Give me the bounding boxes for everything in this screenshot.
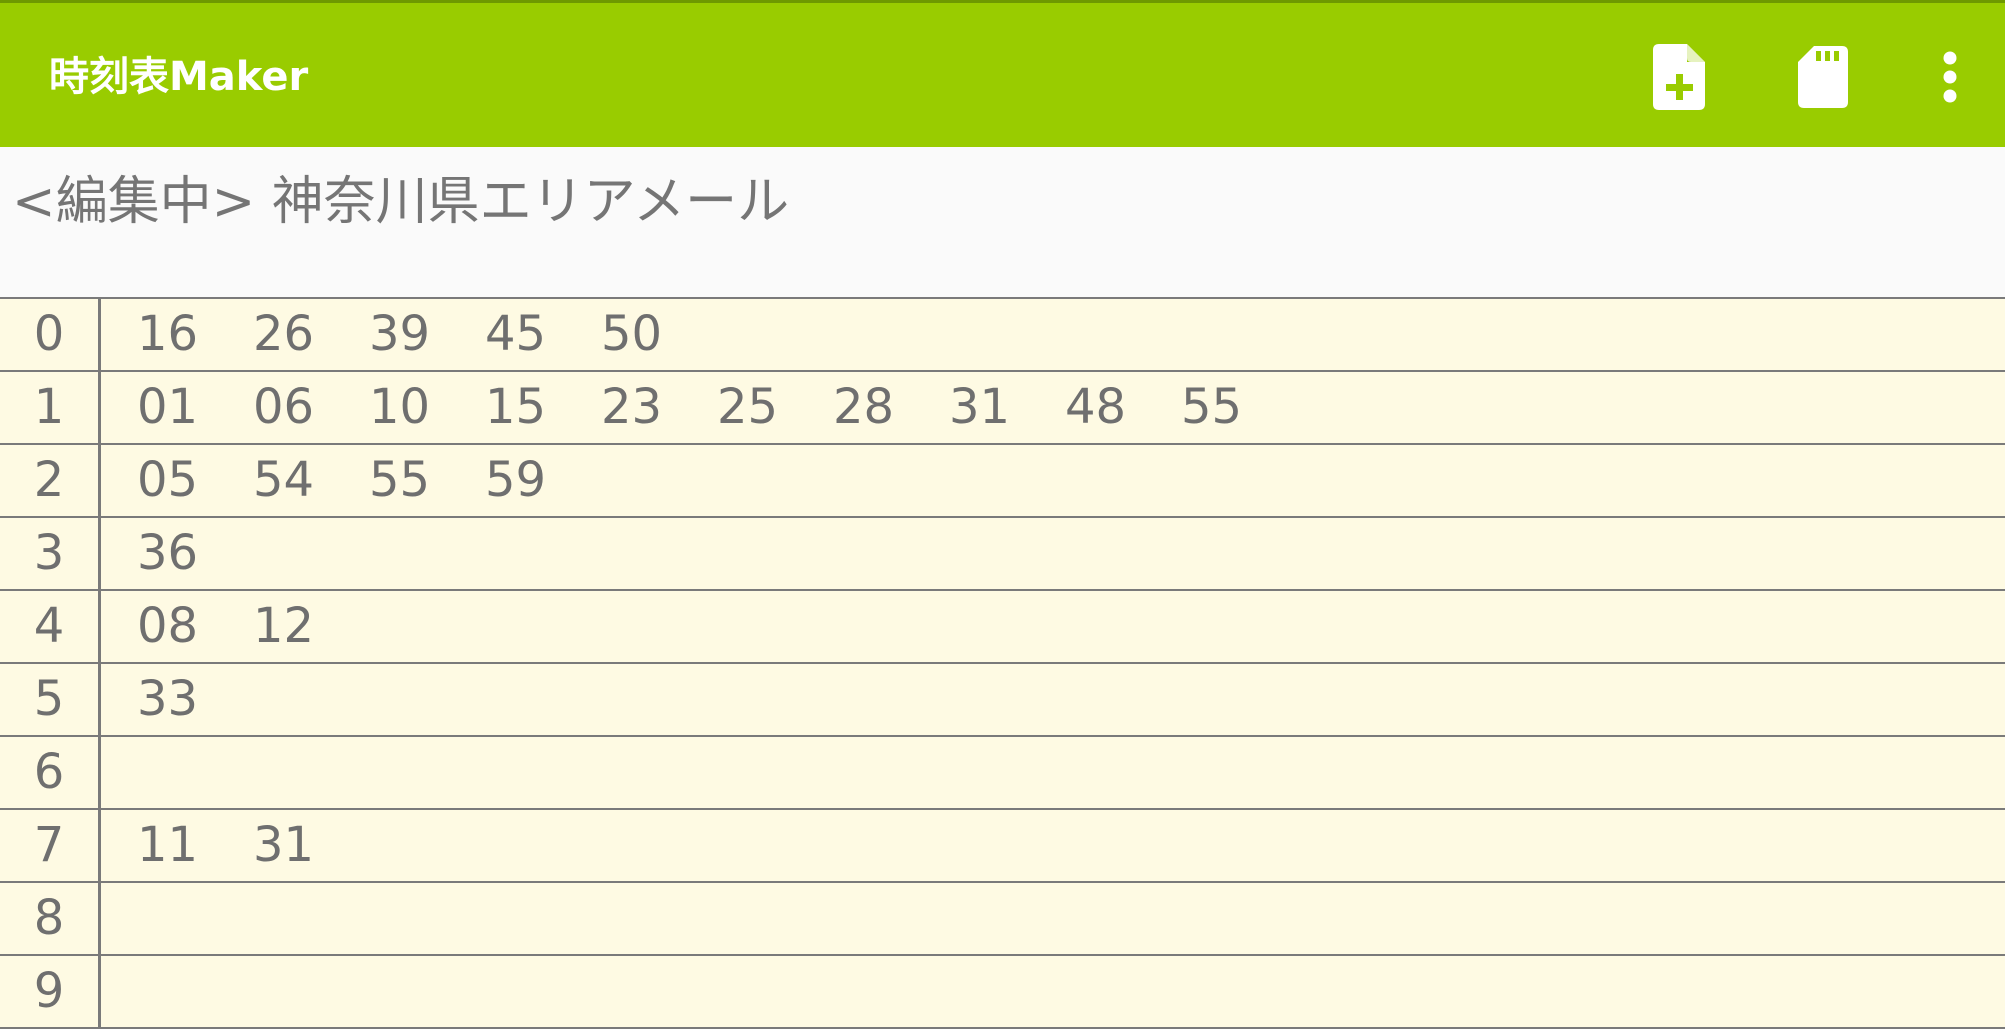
- minute-value: 39: [369, 306, 431, 362]
- minute-value: 33: [137, 671, 199, 727]
- minute-value: 25: [717, 379, 779, 435]
- minute-value: 48: [1065, 379, 1127, 435]
- minutes-cell[interactable]: 16 26 39 45 50: [101, 299, 717, 370]
- minute-value: 16: [137, 306, 199, 362]
- hour-cell: 7: [0, 810, 101, 881]
- timetable-row[interactable]: 1 01 06 10 15 23 25 28 31 48 55: [0, 372, 2005, 445]
- hour-cell: 3: [0, 518, 101, 589]
- timetable-row[interactable]: 4 08 12: [0, 591, 2005, 664]
- timetable-row[interactable]: 2 05 54 55 59: [0, 445, 2005, 518]
- minute-value: 28: [833, 379, 895, 435]
- timetable-row[interactable]: 0 16 26 39 45 50: [0, 299, 2005, 372]
- minute-value: 05: [137, 452, 199, 508]
- hour-cell: 8: [0, 883, 101, 954]
- minute-value: 23: [601, 379, 663, 435]
- hour-cell: 2: [0, 445, 101, 516]
- app-title: 時刻表Maker: [49, 54, 309, 100]
- new-file-plus-icon: [1653, 44, 1705, 110]
- editing-header: <編集中> 神奈川県エリアメール: [0, 147, 2005, 297]
- minute-value: 54: [253, 452, 315, 508]
- minute-value: 11: [137, 817, 199, 873]
- minutes-cell[interactable]: 33: [101, 664, 253, 735]
- minute-value: 26: [253, 306, 315, 362]
- minute-value: 59: [485, 452, 547, 508]
- minute-value: 31: [949, 379, 1011, 435]
- minute-value: 50: [601, 306, 663, 362]
- timetable: 0 16 26 39 45 50 1 01 06 10 15 23 25 28 31 48 55 2 05 54 55 5…: [0, 297, 2005, 1029]
- minutes-cell[interactable]: 11 31: [101, 810, 369, 881]
- minute-value: 36: [137, 525, 199, 581]
- minute-value: 55: [369, 452, 431, 508]
- minute-value: 10: [369, 379, 431, 435]
- timetable-row[interactable]: 7 11 31: [0, 810, 2005, 883]
- timetable-row[interactable]: 3 36: [0, 518, 2005, 591]
- minutes-cell[interactable]: 05 54 55 59: [101, 445, 601, 516]
- hour-cell: 1: [0, 372, 101, 443]
- overflow-menu-button[interactable]: [1912, 39, 1988, 115]
- minutes-cell[interactable]: 08 12: [101, 591, 369, 662]
- hour-cell: 0: [0, 299, 101, 370]
- minute-value: 08: [137, 598, 199, 654]
- editing-title: <編集中> 神奈川県エリアメール: [12, 172, 790, 232]
- minute-value: 45: [485, 306, 547, 362]
- timetable-row[interactable]: 6: [0, 737, 2005, 810]
- timetable-row[interactable]: 5 33: [0, 664, 2005, 737]
- new-file-button[interactable]: [1641, 39, 1717, 115]
- more-vert-icon: [1943, 51, 1957, 103]
- sd-card-button[interactable]: [1785, 39, 1861, 115]
- minute-value: 55: [1181, 379, 1243, 435]
- minute-value: 12: [253, 598, 315, 654]
- minutes-cell[interactable]: [101, 737, 137, 808]
- minute-value: 01: [137, 379, 199, 435]
- minutes-cell[interactable]: [101, 956, 137, 1027]
- timetable-row[interactable]: 8: [0, 883, 2005, 956]
- timetable-row[interactable]: 9: [0, 956, 2005, 1029]
- minute-value: 15: [485, 379, 547, 435]
- sd-card-icon: [1798, 46, 1848, 108]
- hour-cell: 5: [0, 664, 101, 735]
- minutes-cell[interactable]: [101, 883, 137, 954]
- app-bar: 時刻表Maker: [0, 3, 2005, 147]
- hour-cell: 4: [0, 591, 101, 662]
- minute-value: 06: [253, 379, 315, 435]
- minutes-cell[interactable]: 36: [101, 518, 253, 589]
- minute-value: 31: [253, 817, 315, 873]
- minutes-cell[interactable]: 01 06 10 15 23 25 28 31 48 55: [101, 372, 1297, 443]
- hour-cell: 9: [0, 956, 101, 1027]
- hour-cell: 6: [0, 737, 101, 808]
